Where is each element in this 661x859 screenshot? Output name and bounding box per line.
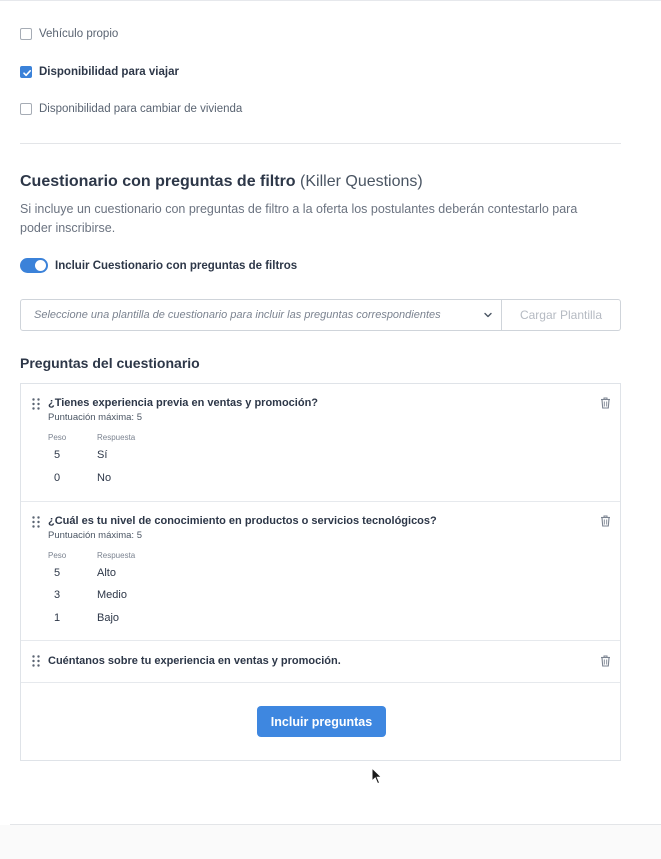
trash-icon[interactable] bbox=[600, 655, 611, 667]
relocation-checkbox[interactable] bbox=[20, 103, 32, 115]
vehicle-checkbox-label: Vehículo propio bbox=[39, 28, 119, 40]
answer-text: No bbox=[97, 472, 112, 484]
trash-icon[interactable] bbox=[600, 515, 611, 527]
answer-weight: 3 bbox=[54, 589, 61, 601]
answer-weight: 0 bbox=[54, 472, 61, 484]
answer-weight: 5 bbox=[54, 567, 61, 579]
drag-handle-icon[interactable] bbox=[32, 516, 40, 528]
travel-checkbox-row[interactable]: Disponibilidad para viajar bbox=[20, 64, 179, 80]
answer-text: Sí bbox=[97, 449, 108, 461]
answer-column-header: Respuesta bbox=[97, 551, 136, 560]
drag-handle-icon[interactable] bbox=[32, 655, 40, 667]
killer-questions-title: Cuestionario con preguntas de filtro (Ki… bbox=[20, 173, 423, 191]
template-select[interactable]: Seleccione una plantilla de cuestionario… bbox=[20, 299, 502, 331]
chevron-down-icon bbox=[484, 312, 492, 318]
answer-weight: 1 bbox=[54, 612, 61, 624]
answer-text: Bajo bbox=[97, 612, 120, 624]
answer-column-header: Respuesta bbox=[97, 433, 136, 442]
footer-divider bbox=[10, 824, 661, 825]
travel-checkbox-label: Disponibilidad para viajar bbox=[39, 66, 179, 78]
form-card: Vehículo propio Disponibilidad para viaj… bbox=[0, 0, 661, 825]
question-item: Cuéntanos sobre tu experiencia en ventas… bbox=[21, 641, 620, 683]
drag-handle-icon[interactable] bbox=[32, 398, 40, 410]
question-max-score: Puntuación máxima: 5 bbox=[48, 530, 142, 541]
vehicle-checkbox-row[interactable]: Vehículo propio bbox=[20, 26, 118, 42]
question-title: ¿Tienes experiencia previa en ventas y p… bbox=[48, 397, 319, 409]
template-select-placeholder: Seleccione una plantilla de cuestionario… bbox=[34, 309, 441, 321]
question-title: ¿Cuál es tu nivel de conocimiento en pro… bbox=[48, 515, 437, 527]
include-questionnaire-toggle-row[interactable]: Incluir Cuestionario con preguntas de fi… bbox=[20, 258, 297, 273]
weight-column-header: Peso bbox=[48, 551, 67, 560]
questionnaire-title: Preguntas del cuestionario bbox=[20, 355, 200, 371]
questions-panel: ¿Tienes experiencia previa en ventas y p… bbox=[20, 383, 621, 761]
killer-questions-title-main: Cuestionario con preguntas de filtro bbox=[20, 173, 296, 190]
toggle-knob bbox=[35, 260, 46, 271]
travel-checkbox[interactable] bbox=[20, 66, 32, 78]
answer-text: Medio bbox=[97, 589, 127, 601]
question-item: ¿Tienes experiencia previa en ventas y p… bbox=[21, 384, 620, 502]
include-questions-button[interactable]: Incluir preguntas bbox=[257, 706, 386, 737]
vehicle-checkbox[interactable] bbox=[20, 28, 32, 40]
mouse-cursor-icon bbox=[371, 767, 383, 785]
include-questionnaire-toggle-label: Incluir Cuestionario con preguntas de fi… bbox=[55, 259, 298, 272]
relocation-checkbox-label: Disponibilidad para cambiar de vivienda bbox=[39, 103, 243, 115]
question-item: ¿Cuál es tu nivel de conocimiento en pro… bbox=[21, 502, 620, 641]
include-questionnaire-toggle[interactable] bbox=[20, 258, 48, 273]
weight-column-header: Peso bbox=[48, 433, 67, 442]
killer-questions-description: Si incluye un cuestionario con preguntas… bbox=[20, 202, 578, 235]
section-divider bbox=[20, 143, 621, 144]
relocation-checkbox-row[interactable]: Disponibilidad para cambiar de vivienda bbox=[20, 101, 242, 117]
checkmark-icon bbox=[23, 70, 31, 77]
question-max-score: Puntuación máxima: 5 bbox=[48, 412, 142, 423]
killer-questions-title-suffix: (Killer Questions) bbox=[300, 173, 423, 190]
load-template-button[interactable]: Cargar Plantilla bbox=[502, 299, 621, 331]
answer-text: Alto bbox=[97, 567, 116, 579]
trash-icon[interactable] bbox=[600, 397, 611, 409]
answer-weight: 5 bbox=[54, 449, 61, 461]
question-title: Cuéntanos sobre tu experiencia en ventas… bbox=[48, 655, 341, 667]
